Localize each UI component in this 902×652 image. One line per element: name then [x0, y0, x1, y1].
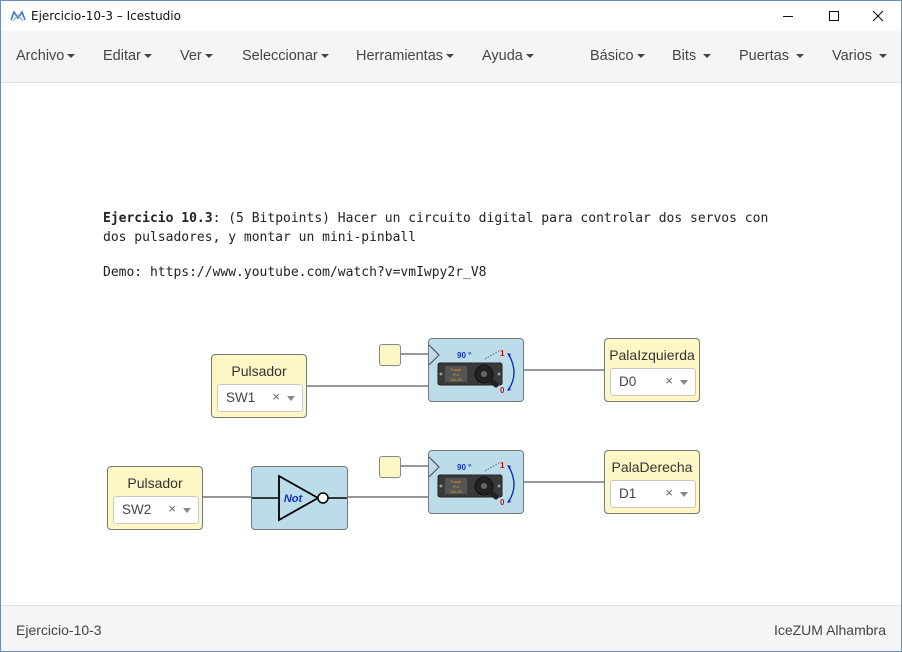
pin-value: D0	[619, 374, 637, 389]
not-gate-block[interactable]: Not	[251, 466, 348, 530]
menu-ayuda-label: Ayuda	[482, 48, 523, 64]
design-canvas[interactable]: Ejercicio 10.3: (5 Bitpoints) Hacer un c…	[1, 83, 901, 605]
caret-down-icon	[204, 54, 213, 59]
close-icon	[872, 10, 884, 22]
menu-herramientas[interactable]: Herramientas	[356, 48, 455, 64]
servo-angle-label: 90 °	[457, 463, 471, 472]
clear-icon[interactable]: ×	[272, 389, 280, 404]
window-title: Ejercicio-10-3 – Icestudio	[31, 9, 181, 23]
menu-bits[interactable]: Bits	[672, 48, 712, 64]
clear-icon[interactable]: ×	[665, 485, 673, 500]
title-bar: Ejercicio-10-3 – Icestudio	[1, 1, 901, 31]
svg-text:SG-90: SG-90	[450, 489, 462, 494]
chevron-down-icon[interactable]	[680, 492, 688, 497]
menu-seleccionar-label: Seleccionar	[242, 48, 318, 64]
pin-select-sw1[interactable]: SW1 ×	[217, 384, 303, 412]
caret-down-icon	[143, 54, 152, 59]
minimize-icon	[783, 16, 793, 17]
output-label: PalaIzquierda	[609, 347, 695, 363]
pin-value: D1	[619, 486, 637, 501]
caret-down-icon	[446, 54, 455, 59]
servo-one-label: 1	[500, 461, 505, 470]
constant-block-1[interactable]	[379, 344, 401, 366]
caret-down-icon	[67, 54, 76, 59]
chevron-down-icon[interactable]	[183, 508, 191, 513]
chevron-down-icon[interactable]	[680, 380, 688, 385]
menu-varios[interactable]: Varios	[832, 48, 888, 64]
chevron-down-icon[interactable]	[287, 396, 295, 401]
caret-down-icon	[636, 54, 645, 59]
servo-angle-label: 90 °	[457, 351, 471, 360]
pin-select-d0[interactable]: D0 ×	[610, 368, 696, 396]
servo-one-label: 1	[500, 349, 505, 358]
app-window: Ejercicio-10-3 – Icestudio Archivo Edita…	[0, 0, 902, 652]
output-block-pala-izquierda[interactable]: PalaIzquierda D0 ×	[604, 338, 700, 402]
menu-puertas[interactable]: Puertas	[739, 48, 805, 64]
constant-block-2[interactable]	[379, 456, 401, 478]
pin-value: SW1	[226, 390, 256, 405]
input-block-sw1[interactable]: Pulsador SW1 ×	[211, 354, 307, 418]
menu-archivo-label: Archivo	[16, 48, 65, 64]
input-block-sw2[interactable]: Pulsador SW2 ×	[107, 466, 203, 530]
servo-block-1[interactable]: 90 ° 1 0 Tower Pro SG-90	[428, 338, 524, 402]
maximize-button[interactable]	[811, 1, 857, 31]
menu-seleccionar[interactable]: Seleccionar	[242, 48, 329, 64]
pin-value: SW2	[122, 502, 152, 517]
menu-archivo[interactable]: Archivo	[16, 48, 76, 64]
menu-puertas-label: Puertas	[739, 48, 789, 64]
servo-zero-label: 0	[500, 386, 505, 395]
close-button[interactable]	[855, 1, 901, 31]
output-label: PalaDerecha	[611, 459, 693, 475]
caret-down-icon	[525, 54, 534, 59]
servo-block-2[interactable]: 90 ° 1 0 Tower Pro SG-90	[428, 450, 524, 514]
minimize-button[interactable]	[765, 1, 811, 31]
menu-bar: Archivo Editar Ver Seleccionar Herramien…	[1, 31, 901, 83]
menu-ver[interactable]: Ver	[180, 48, 213, 64]
servo-zero-label: 0	[500, 498, 505, 507]
servo-icon: 90 ° 1 0 Tower Pro SG-90	[428, 344, 515, 395]
caret-down-icon	[879, 54, 888, 59]
menu-ayuda[interactable]: Ayuda	[482, 48, 534, 64]
maximize-icon	[829, 11, 839, 21]
not-gate-icon: Not	[252, 474, 347, 522]
menu-ver-label: Ver	[180, 48, 202, 64]
caret-down-icon	[320, 54, 329, 59]
menu-bits-label: Bits	[672, 48, 697, 64]
clear-icon[interactable]: ×	[168, 501, 176, 516]
servo-icon: 90 ° 1 0 Tower Pro SG-90	[428, 456, 515, 507]
menu-varios-label: Varios	[832, 48, 873, 64]
caret-down-icon	[703, 54, 712, 59]
clear-icon[interactable]: ×	[665, 373, 673, 388]
input-label: Pulsador	[127, 475, 183, 491]
pin-select-sw2[interactable]: SW2 ×	[113, 496, 199, 524]
menu-basico-label: Básico	[590, 48, 634, 64]
caret-down-icon	[796, 54, 805, 59]
menu-herramientas-label: Herramientas	[356, 48, 444, 64]
input-label: Pulsador	[231, 363, 287, 379]
svg-text:SG-90: SG-90	[450, 377, 462, 382]
menu-editar[interactable]: Editar	[103, 48, 152, 64]
icestudio-logo-icon	[10, 10, 26, 22]
status-bar: Ejercicio-10-3 IceZUM Alhambra	[1, 605, 901, 651]
output-block-pala-derecha[interactable]: PalaDerecha D1 ×	[604, 450, 700, 514]
not-gate-label: Not	[284, 493, 304, 505]
menu-basico[interactable]: Básico	[590, 48, 645, 64]
board-selector[interactable]: IceZUM Alhambra	[774, 622, 886, 638]
menu-editar-label: Editar	[103, 48, 141, 64]
pin-select-d1[interactable]: D1 ×	[610, 480, 696, 508]
project-name: Ejercicio-10-3	[16, 622, 102, 638]
